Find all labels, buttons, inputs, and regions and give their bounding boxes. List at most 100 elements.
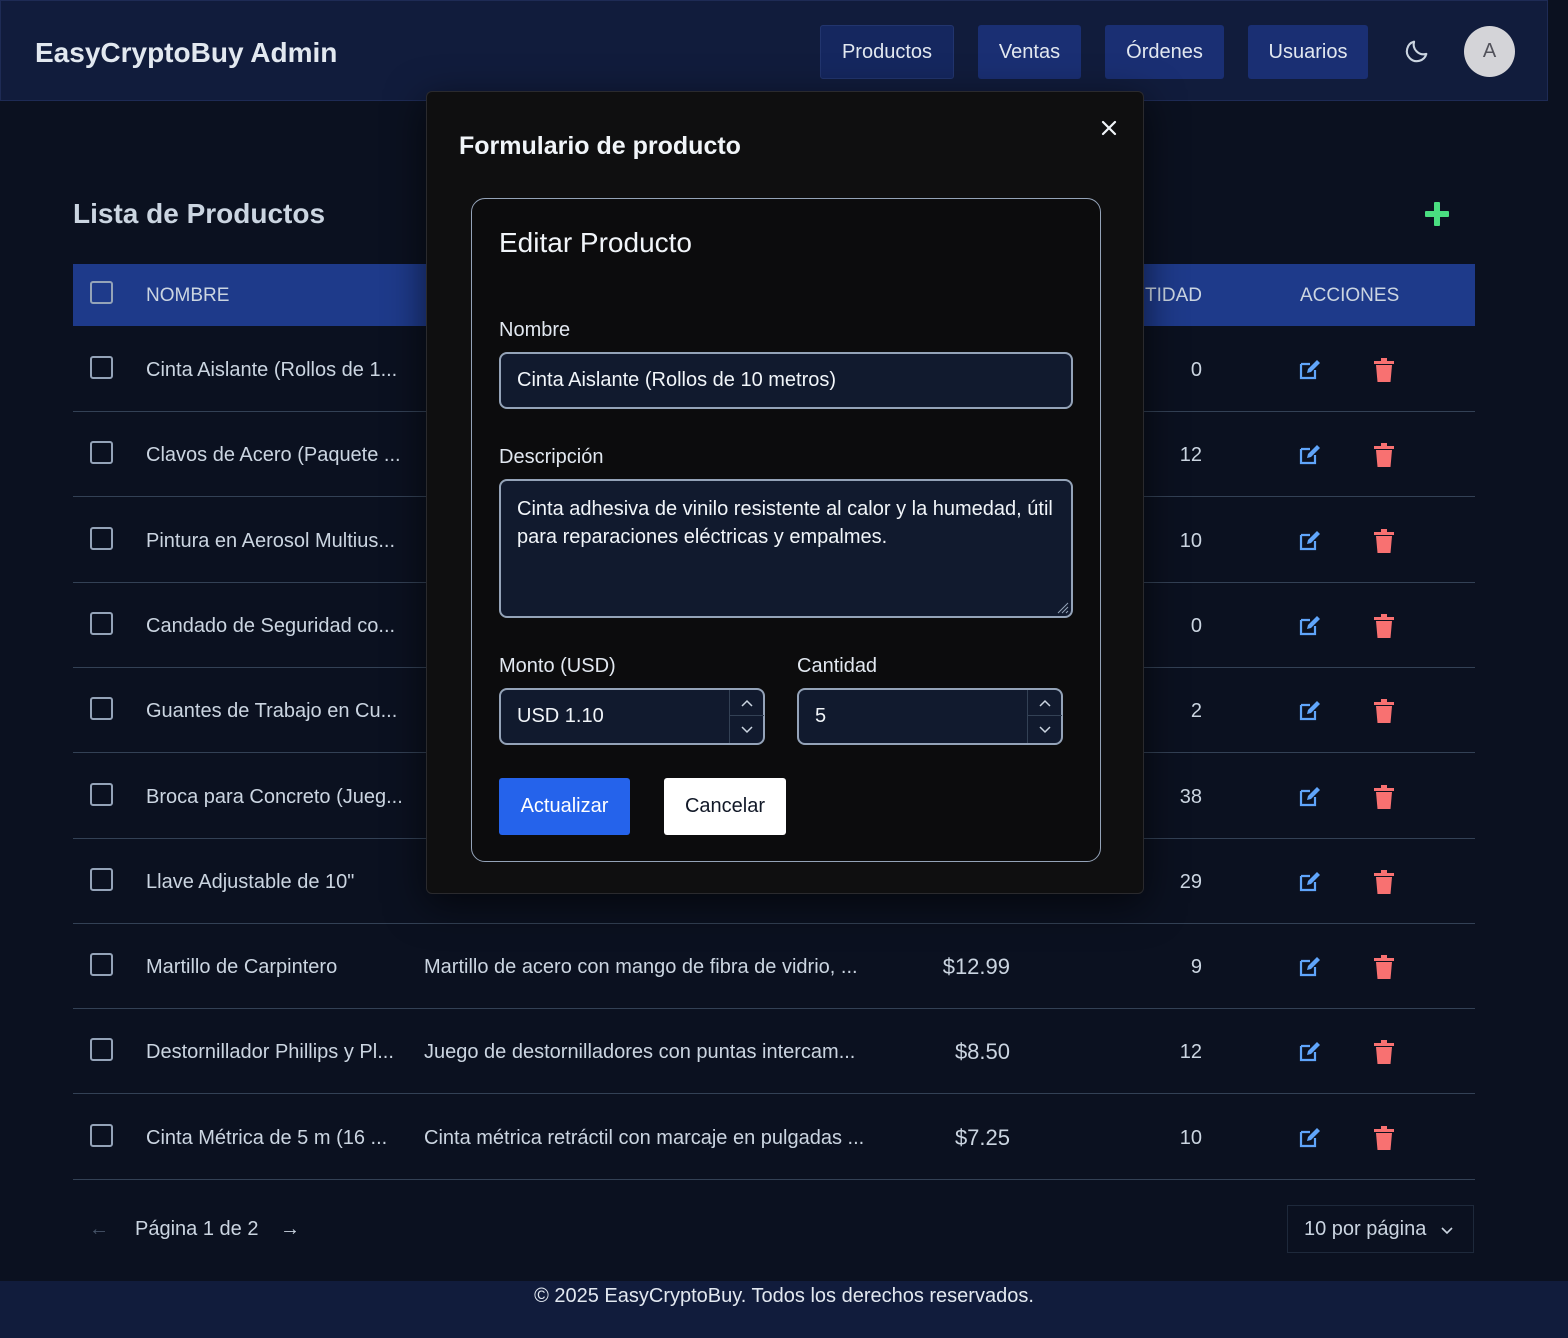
row-checkbox[interactable] — [90, 1123, 113, 1147]
product-quantity: 9 — [1190, 956, 1202, 979]
edit-icon[interactable] — [1297, 870, 1321, 894]
chevron-down-icon — [741, 726, 753, 734]
edit-product-card: Editar Producto Nombre Cinta Aislante (R… — [471, 198, 1101, 862]
quantity-increment[interactable] — [1028, 690, 1062, 716]
trash-icon[interactable] — [1373, 955, 1395, 980]
nav-usuarios[interactable]: Usuarios — [1248, 25, 1368, 79]
edit-icon[interactable] — [1297, 443, 1321, 467]
description-label: Descripción — [499, 446, 604, 468]
name-label: Nombre — [499, 319, 571, 341]
product-name: Martillo de Carpintero — [146, 956, 338, 979]
amount-increment[interactable] — [730, 690, 764, 716]
row-checkbox[interactable] — [90, 356, 113, 379]
product-quantity: 10 — [1179, 1126, 1202, 1149]
row-checkbox[interactable] — [90, 526, 113, 550]
product-quantity: 2 — [1190, 700, 1202, 723]
product-price: $7.25 — [954, 1124, 1010, 1150]
trash-icon[interactable] — [1373, 1125, 1395, 1150]
column-header-qty[interactable]: TIDAD — [1145, 285, 1202, 307]
edit-icon[interactable] — [1297, 955, 1321, 979]
update-button[interactable]: Actualizar — [499, 778, 630, 835]
column-header-actions: ACCIONES — [1300, 285, 1400, 306]
cancel-button[interactable]: Cancelar — [664, 778, 786, 835]
product-quantity: 0 — [1190, 359, 1202, 381]
row-checkbox[interactable] — [90, 953, 113, 977]
chevron-up-icon — [741, 699, 753, 707]
quantity-input[interactable]: 5 — [797, 688, 1063, 745]
amount-label: Monto (USD) — [499, 655, 616, 677]
amount-input[interactable]: USD 1.10 — [499, 688, 765, 745]
row-checkbox[interactable] — [90, 611, 113, 635]
quantity-decrement[interactable] — [1028, 717, 1062, 743]
product-name: Pintura en Aerosol Multius... — [146, 529, 396, 552]
product-quantity: 10 — [1179, 529, 1202, 552]
user-avatar[interactable]: A — [1464, 26, 1515, 77]
select-all-checkbox[interactable] — [90, 281, 113, 304]
card-title: Editar Producto — [499, 227, 692, 258]
product-quantity: 29 — [1179, 870, 1202, 893]
next-page-button[interactable]: → — [280, 1218, 300, 1241]
product-description: Martillo de acero con mango de fibra de … — [424, 956, 858, 979]
product-name: Llave Adjustable de 10" — [146, 870, 355, 893]
footer-copyright: © 2025 EasyCryptoBuy. Todos los derechos… — [534, 1285, 1034, 1307]
edit-icon[interactable] — [1297, 699, 1321, 723]
trash-icon[interactable] — [1373, 699, 1395, 724]
product-description: Juego de destornilladores con puntas int… — [424, 1041, 856, 1064]
modal-title: Formulario de producto — [459, 132, 741, 160]
chevron-down-icon — [1441, 1227, 1453, 1235]
trash-icon[interactable] — [1373, 528, 1395, 553]
edit-icon[interactable] — [1297, 1126, 1321, 1150]
table-row: Martillo de Carpintero Martillo de acero … — [73, 924, 1475, 1010]
prev-page-button[interactable]: ← — [89, 1218, 109, 1241]
product-form-modal: Formulario de producto Editar Producto N… — [426, 91, 1144, 894]
quantity-label: Cantidad — [797, 655, 878, 677]
description-text: Cinta adhesiva de vinilo resistente al c… — [517, 498, 1053, 548]
product-name: Broca para Concreto (Jueg... — [146, 785, 403, 808]
name-input[interactable]: Cinta Aislante (Rollos de 10 metros) — [499, 352, 1073, 409]
product-name: Destornillador Phillips y Pl... — [146, 1041, 394, 1064]
product-quantity: 0 — [1190, 614, 1202, 637]
row-checkbox[interactable] — [90, 1038, 113, 1062]
product-quantity: 12 — [1179, 444, 1202, 467]
amount-decrement[interactable] — [730, 717, 764, 743]
chevron-up-icon — [1039, 699, 1051, 707]
trash-icon[interactable] — [1373, 613, 1395, 638]
product-quantity: 12 — [1179, 1041, 1202, 1064]
brand-title: EasyCryptoBuy Admin — [35, 37, 338, 68]
product-name: Guantes de Trabajo en Cu... — [146, 700, 398, 723]
product-name: Cinta Aislante (Rollos de 1... — [146, 359, 398, 381]
edit-icon[interactable] — [1297, 614, 1321, 638]
edit-icon[interactable] — [1297, 358, 1321, 382]
table-row: Cinta Métrica de 5 m (16 ... Cinta métric… — [73, 1095, 1475, 1180]
moon-icon[interactable] — [1403, 37, 1431, 65]
description-textarea[interactable]: Cinta adhesiva de vinilo resistente al c… — [499, 479, 1073, 618]
edit-icon[interactable] — [1297, 785, 1321, 809]
product-name: Cinta Métrica de 5 m (16 ... — [146, 1126, 388, 1149]
product-name: Candado de Seguridad co... — [146, 614, 396, 637]
chevron-down-icon — [1039, 726, 1051, 734]
trash-icon[interactable] — [1373, 443, 1395, 468]
row-checkbox[interactable] — [90, 441, 113, 465]
trash-icon[interactable] — [1373, 869, 1395, 894]
edit-icon[interactable] — [1297, 1040, 1321, 1064]
close-icon[interactable] — [1097, 116, 1121, 140]
per-page-value: 10 por página — [1304, 1217, 1427, 1240]
nav-productos[interactable]: Productos — [820, 25, 954, 79]
row-checkbox[interactable] — [90, 697, 113, 721]
plus-icon[interactable] — [1423, 200, 1451, 228]
product-price: $12.99 — [942, 954, 1010, 980]
edit-icon[interactable] — [1297, 529, 1321, 553]
nav-ordenes[interactable]: Órdenes — [1105, 25, 1224, 79]
column-header-name[interactable]: NOMBRE — [146, 285, 229, 307]
nav-ventas[interactable]: Ventas — [978, 25, 1081, 79]
row-checkbox[interactable] — [90, 782, 113, 806]
trash-icon[interactable] — [1373, 1040, 1395, 1065]
page-title: Lista de Productos — [73, 198, 326, 229]
per-page-select[interactable]: 10 por página — [1287, 1205, 1474, 1253]
row-checkbox[interactable] — [90, 867, 113, 891]
trash-icon[interactable] — [1373, 358, 1395, 382]
trash-icon[interactable] — [1373, 784, 1395, 809]
amount-value: USD 1.10 — [517, 705, 604, 727]
resize-handle-icon[interactable] — [1055, 600, 1069, 614]
quantity-stepper — [1027, 690, 1062, 743]
